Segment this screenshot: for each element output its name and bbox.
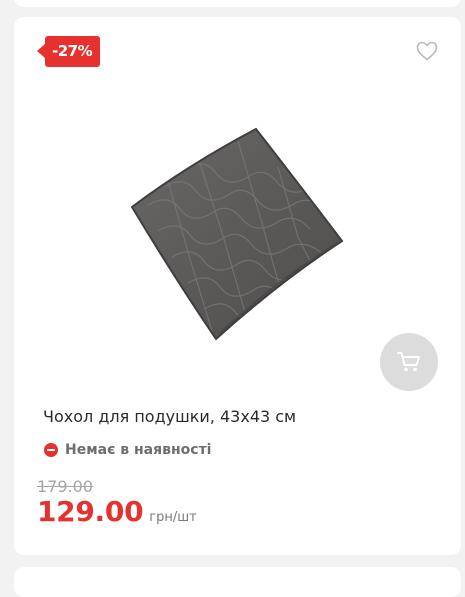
add-to-cart-button[interactable] xyxy=(380,333,438,391)
availability-status: Немає в наявності xyxy=(44,441,211,459)
discount-badge: -27% xyxy=(36,36,101,67)
previous-product-card xyxy=(14,0,461,7)
product-image[interactable] xyxy=(128,127,344,343)
product-card[interactable]: -27% Чохол для подушки, 43х43 см Немає в… xyxy=(14,17,461,555)
next-product-card xyxy=(14,567,461,597)
minus-circle-icon xyxy=(44,443,58,457)
cart-icon xyxy=(397,352,420,372)
current-price: 129.00 грн/шт xyxy=(37,495,197,528)
old-price: 179.00 xyxy=(37,477,93,496)
wishlist-button[interactable] xyxy=(416,41,438,61)
product-title[interactable]: Чохол для подушки, 43х43 см xyxy=(43,407,296,426)
availability-text: Немає в наявності xyxy=(65,442,212,458)
price-unit: грн/шт xyxy=(149,510,197,525)
current-price-value: 129.00 xyxy=(37,495,144,528)
heart-icon xyxy=(416,41,438,61)
